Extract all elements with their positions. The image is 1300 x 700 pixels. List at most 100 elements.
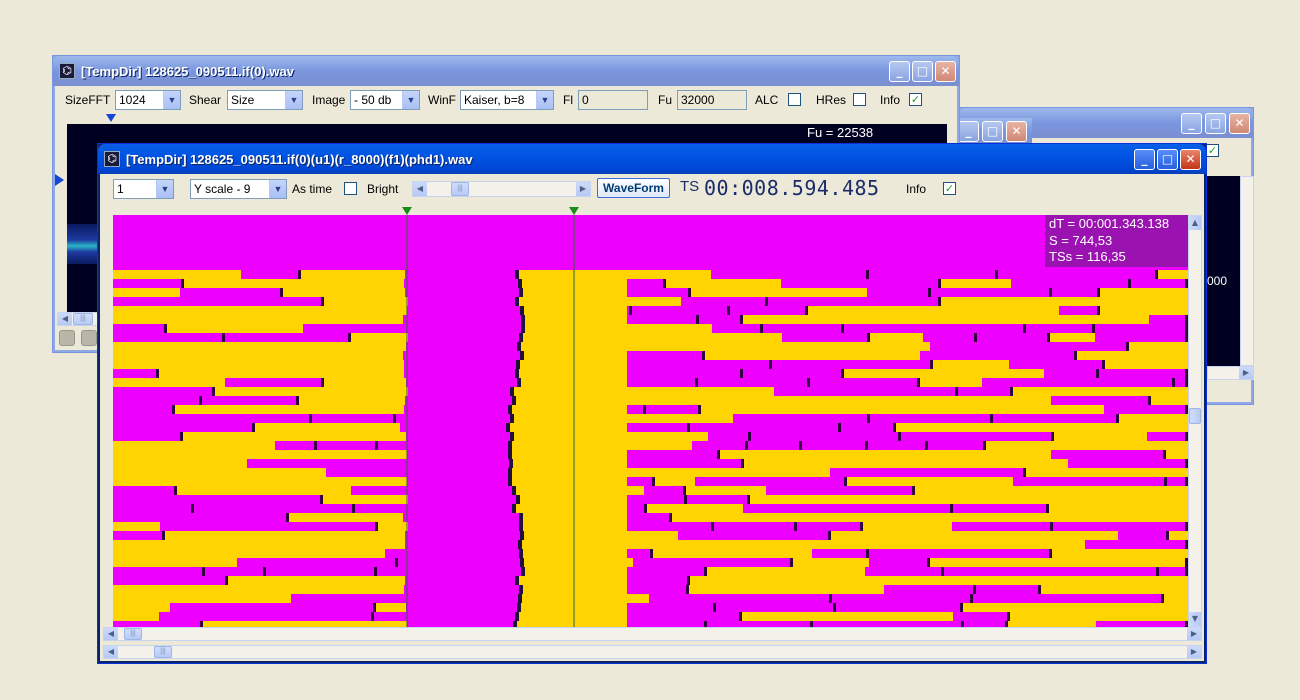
- image-select[interactable]: - 50 db ▼: [350, 90, 420, 110]
- phase-segment: [266, 567, 377, 576]
- column-gap: [523, 549, 627, 558]
- title-bar[interactable]: _ □ ✕: [958, 118, 1032, 144]
- horizontal-scrollbar[interactable]: ◀ |||: [57, 312, 101, 326]
- chevron-down-icon[interactable]: ▼: [1189, 612, 1201, 626]
- cursor-marker-right[interactable]: [569, 207, 579, 215]
- plot-horizontal-scrollbar[interactable]: ◀ ||| ▶: [103, 627, 1202, 641]
- slider-thumb[interactable]: |||: [451, 182, 469, 196]
- waveform-button[interactable]: WaveForm: [597, 178, 670, 198]
- minimize-icon[interactable]: _: [1181, 113, 1202, 134]
- alc-checkbox[interactable]: [788, 93, 801, 106]
- phase-edge: [713, 603, 716, 612]
- s-readout: S = 744,53: [1049, 232, 1113, 248]
- column-edge: [512, 396, 516, 405]
- phase-segment: [113, 369, 159, 378]
- column-edge: [510, 414, 514, 423]
- chevron-down-icon[interactable]: ▼: [163, 91, 180, 109]
- position-slider[interactable]: ◀ ||| ▶: [412, 181, 591, 197]
- sizefft-select[interactable]: 1024 ▼: [115, 90, 181, 110]
- column-gap: [514, 414, 627, 423]
- cursor-marker-left[interactable]: [402, 207, 412, 215]
- minimize-icon[interactable]: _: [958, 121, 979, 142]
- chevron-down-icon[interactable]: ▼: [156, 180, 173, 198]
- scroll-thumb[interactable]: [1189, 408, 1201, 424]
- chevron-right-icon[interactable]: ▶: [576, 182, 590, 196]
- yscale-select[interactable]: Y scale - 9 ▼: [190, 179, 287, 199]
- phase-segment: [930, 342, 1129, 351]
- vertical-scrollbar[interactable]: [1240, 176, 1254, 366]
- scroll-thumb[interactable]: |||: [124, 628, 142, 640]
- maximize-icon[interactable]: □: [1157, 149, 1178, 170]
- info-checkbox[interactable]: ✓: [909, 93, 922, 106]
- chevron-right-icon[interactable]: ▶: [1187, 646, 1201, 658]
- channel-select[interactable]: 1 ▼: [113, 179, 174, 199]
- column-edge: [518, 540, 522, 549]
- astime-checkbox[interactable]: [344, 182, 357, 195]
- chevron-up-icon[interactable]: ▲: [1189, 216, 1201, 230]
- close-icon[interactable]: ✕: [1006, 121, 1027, 142]
- horizontal-scrollbar[interactable]: ▶: [1207, 366, 1254, 380]
- scroll-thumb[interactable]: |||: [154, 646, 172, 658]
- shear-select[interactable]: Size ▼: [227, 90, 303, 110]
- phase-edge: [1172, 378, 1175, 387]
- chevron-down-icon[interactable]: ▼: [269, 180, 286, 198]
- maximize-icon[interactable]: □: [1205, 113, 1226, 134]
- phase-edge: [352, 504, 355, 513]
- chevron-right-icon[interactable]: ▶: [1187, 628, 1201, 640]
- info-checkbox[interactable]: ✓: [1206, 144, 1219, 157]
- chevron-down-icon[interactable]: ▼: [402, 91, 419, 109]
- close-icon[interactable]: ✕: [1229, 113, 1250, 134]
- image-value: - 50 db: [354, 93, 392, 107]
- phase-column: [406, 432, 512, 441]
- time-horizontal-scrollbar[interactable]: ◀ ||| ▶: [103, 645, 1202, 659]
- phase-column: [403, 441, 510, 450]
- winf-select[interactable]: Kaiser, b=8 ▼: [460, 90, 554, 110]
- chevron-down-icon[interactable]: ▼: [285, 91, 302, 109]
- shear-value: Size: [231, 93, 255, 107]
- phase-segment: [716, 603, 836, 612]
- phase-segment: [774, 387, 958, 396]
- chevron-left-icon[interactable]: ◀: [104, 628, 118, 640]
- close-icon[interactable]: ✕: [935, 61, 956, 82]
- phase-segment: [766, 486, 915, 495]
- phase-segment: [113, 513, 289, 522]
- close-icon[interactable]: ✕: [1180, 149, 1201, 170]
- triangle-marker-icon[interactable]: [55, 174, 64, 186]
- plot-vertical-scrollbar[interactable]: ▲ ▼: [1188, 215, 1202, 627]
- phase-segment: [113, 423, 255, 432]
- phase-edge: [1051, 432, 1054, 441]
- phase-column: [406, 423, 508, 432]
- phase-segment: [113, 333, 225, 342]
- scroll-thumb[interactable]: |||: [73, 313, 93, 325]
- chevron-left-icon[interactable]: ◀: [413, 182, 427, 196]
- chevron-left-icon[interactable]: ◀: [58, 313, 72, 325]
- tool-button[interactable]: [59, 330, 75, 346]
- minimize-icon[interactable]: _: [1134, 149, 1155, 170]
- fu-field[interactable]: 32000: [677, 90, 747, 110]
- phase-edge: [688, 288, 691, 297]
- triangle-marker-icon[interactable]: [106, 114, 116, 122]
- column-edge: [517, 342, 521, 351]
- background-window-middle[interactable]: _ □ ✕: [958, 118, 1032, 144]
- phase-column: [405, 504, 514, 513]
- column-edge: [508, 468, 512, 477]
- minimize-icon[interactable]: _: [889, 61, 910, 82]
- column-edge: [515, 576, 519, 585]
- maximize-icon[interactable]: □: [912, 61, 933, 82]
- chevron-down-icon[interactable]: ▼: [536, 91, 553, 109]
- shear-label: Shear: [189, 93, 222, 107]
- phase-edge: [393, 414, 396, 423]
- fl-field[interactable]: 0: [578, 90, 648, 110]
- tool-button[interactable]: [81, 330, 97, 346]
- info-checkbox[interactable]: ✓: [943, 182, 956, 195]
- title-bar[interactable]: ⌬ [TempDir] 128625_090511.if(0)(u1)(r_80…: [98, 144, 1206, 174]
- phase-segment: [312, 414, 396, 423]
- phase-waterfall-plot[interactable]: dT = 00:001.343.138 S = 744,53 TSs = 116…: [113, 215, 1188, 627]
- chevron-right-icon[interactable]: ▶: [1239, 367, 1253, 379]
- maximize-icon[interactable]: □: [982, 121, 1003, 142]
- chevron-left-icon[interactable]: ◀: [104, 646, 118, 658]
- hres-checkbox[interactable]: [853, 93, 866, 106]
- title-bar[interactable]: ⌬ [TempDir] 128625_090511.if(0).wav _ □ …: [53, 56, 959, 86]
- phase-edge: [202, 567, 205, 576]
- phase-edge: [1161, 594, 1164, 603]
